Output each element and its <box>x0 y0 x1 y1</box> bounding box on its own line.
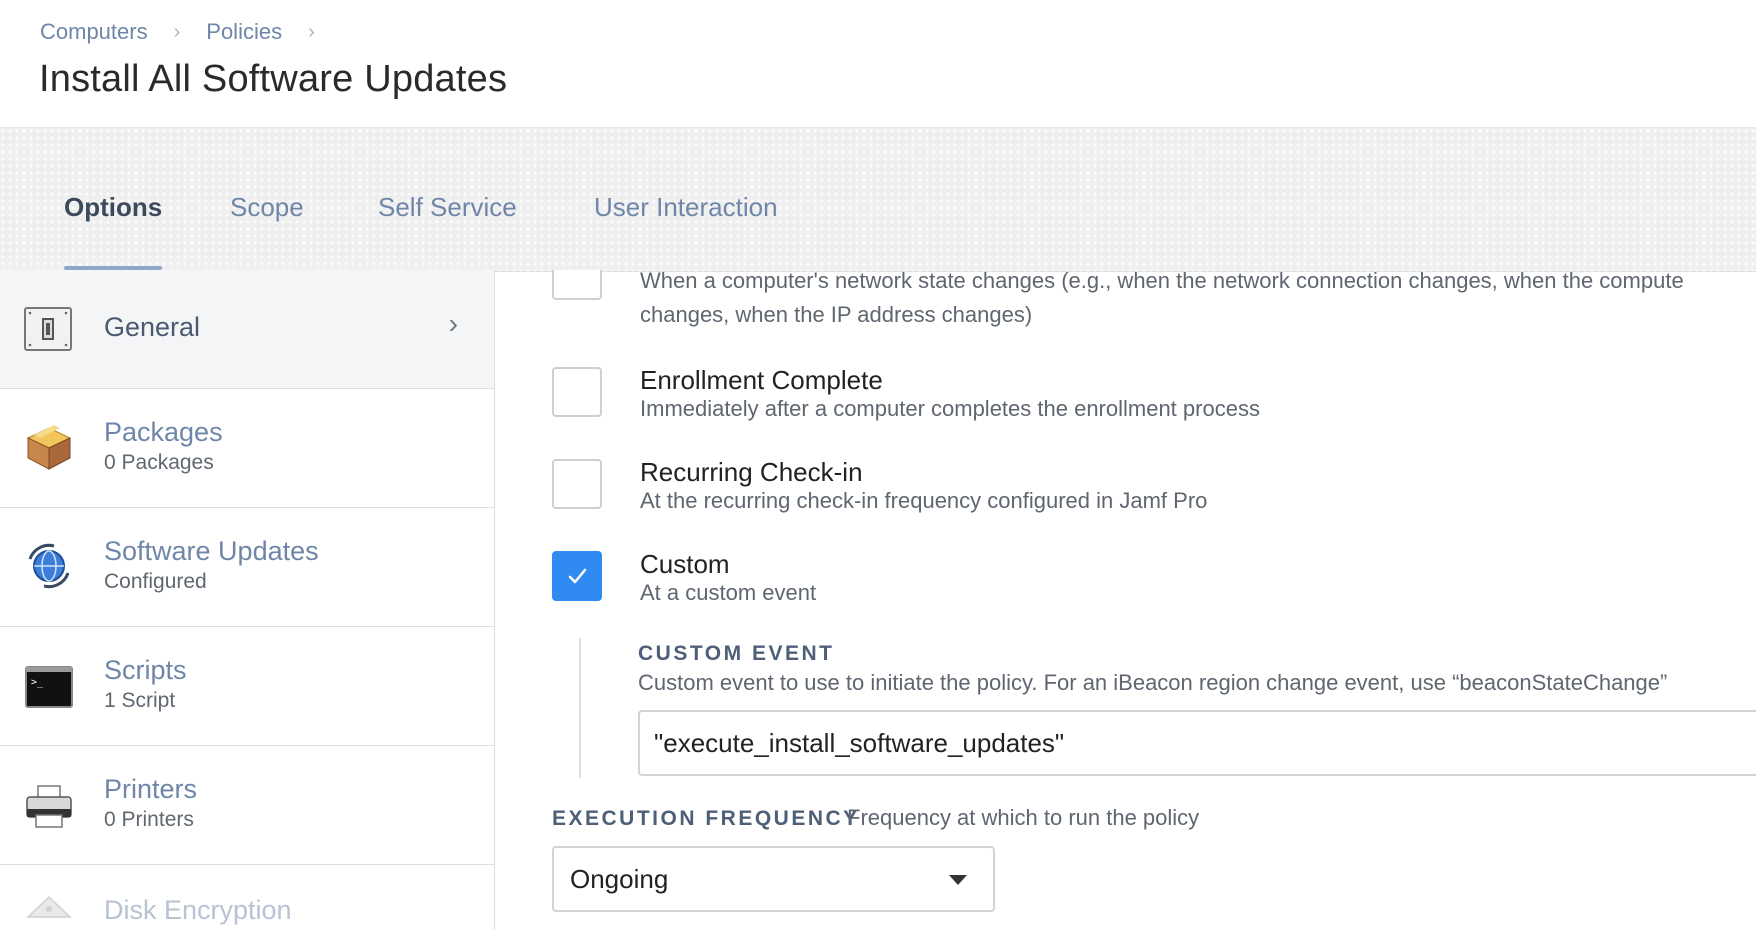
sidebar-item-subtitle: 1 Script <box>104 689 176 712</box>
sidebar: General › Packages 0 Packages Software U… <box>0 270 495 930</box>
tab-scope[interactable]: Scope <box>230 192 304 223</box>
sidebar-item-disk-encryption[interactable]: Disk Encryption <box>0 865 494 935</box>
software-update-globe-icon <box>28 543 70 589</box>
page-title: Install All Software Updates <box>39 58 508 100</box>
execution-frequency-help: Frequency at which to run the policy <box>847 805 1200 830</box>
execution-frequency-select[interactable]: Ongoing <box>552 846 995 912</box>
terminal-icon: >_ <box>25 666 73 708</box>
recurring-checkin-title: Recurring Check-in <box>640 457 863 487</box>
sidebar-item-subtitle: 0 Packages <box>104 451 214 474</box>
sidebar-item-label: Packages <box>104 417 223 447</box>
breadcrumb-separator-icon: › <box>173 20 181 43</box>
breadcrumb: Computers › Policies › <box>40 19 341 45</box>
tab-user-interaction[interactable]: User Interaction <box>594 192 778 223</box>
enrollment-complete-title: Enrollment Complete <box>640 365 883 395</box>
custom-event-guide-line <box>579 638 581 778</box>
network-state-checkbox[interactable] <box>552 270 602 300</box>
tab-options[interactable]: Options <box>64 192 162 223</box>
custom-event-label: CUSTOM EVENT <box>638 642 835 665</box>
general-switch-icon <box>24 307 72 351</box>
enrollment-complete-checkbox[interactable] <box>552 367 602 417</box>
custom-title: Custom <box>640 549 730 579</box>
custom-desc: At a custom event <box>640 580 817 605</box>
tab-bar: Options Scope Self Service User Interact… <box>0 127 1756 272</box>
sidebar-item-subtitle: 0 Printers <box>104 808 194 831</box>
execution-frequency-value: Ongoing <box>570 864 669 894</box>
svg-text:>_: >_ <box>31 677 44 688</box>
execution-frequency-label: EXECUTION FREQUENCY <box>552 807 860 830</box>
sidebar-item-packages[interactable]: Packages 0 Packages <box>0 389 494 508</box>
breadcrumb-separator-icon: › <box>308 20 315 43</box>
sidebar-item-subtitle: Configured <box>104 570 207 593</box>
network-state-desc-line2: changes, when the IP address changes) <box>640 302 1033 327</box>
custom-event-help: Custom event to use to initiate the poli… <box>638 670 1668 695</box>
enrollment-complete-desc: Immediately after a computer completes t… <box>640 396 1260 421</box>
options-content: When a computer's network state changes … <box>495 270 1756 930</box>
breadcrumb-policies[interactable]: Policies <box>206 19 282 45</box>
checkmark-icon <box>568 568 587 584</box>
dropdown-caret-icon <box>949 875 967 885</box>
sidebar-item-label: Software Updates <box>104 536 319 566</box>
sidebar-item-label: Disk Encryption <box>104 895 292 925</box>
disk-encryption-icon <box>26 895 72 918</box>
recurring-checkin-desc: At the recurring check-in frequency conf… <box>640 488 1208 513</box>
page-header: Computers › Policies › Install All Softw… <box>0 0 1756 127</box>
recurring-checkin-checkbox[interactable] <box>552 459 602 509</box>
custom-event-input[interactable]: "execute_install_software_updates" <box>638 710 1756 776</box>
sidebar-item-printers[interactable]: Printers 0 Printers <box>0 746 494 865</box>
sidebar-item-general[interactable]: General › <box>0 270 494 389</box>
breadcrumb-computers[interactable]: Computers <box>40 19 148 45</box>
printer-icon <box>26 785 72 828</box>
sidebar-item-software-updates[interactable]: Software Updates Configured <box>0 508 494 627</box>
package-box-icon <box>26 425 72 470</box>
sidebar-item-label: Scripts <box>104 655 187 685</box>
network-state-desc-line1: When a computer's network state changes … <box>640 270 1684 293</box>
custom-checkbox[interactable] <box>552 551 602 601</box>
sidebar-item-label: Printers <box>104 774 198 804</box>
chevron-right-icon: › <box>448 308 458 339</box>
sidebar-item-label: General <box>104 312 201 342</box>
tab-self-service[interactable]: Self Service <box>378 192 517 223</box>
sidebar-item-scripts[interactable]: >_ Scripts 1 Script <box>0 627 494 746</box>
